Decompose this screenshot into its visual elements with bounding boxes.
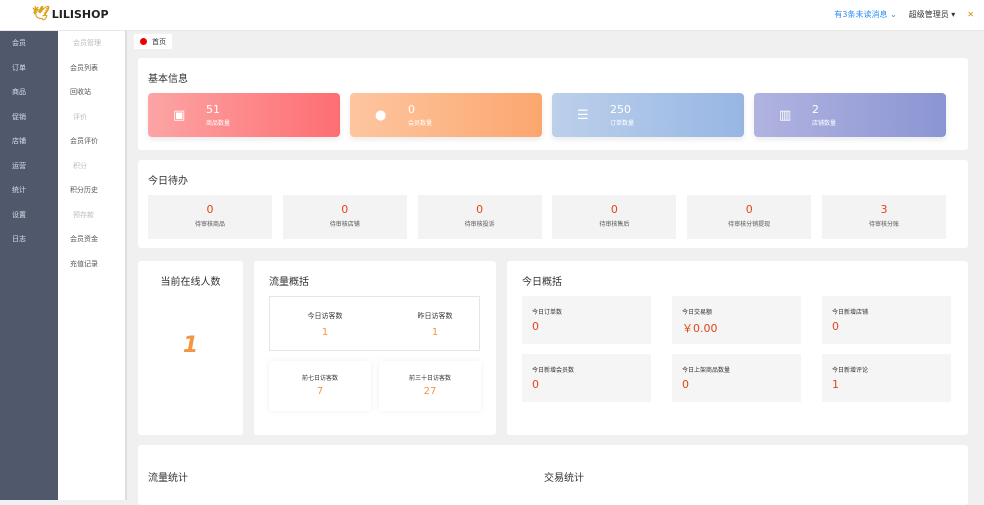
main-sidebar: 会员 订单 商品 促销 店铺 运营 统计 设置 日志 — [0, 31, 58, 500]
section-title: 今日概括 — [522, 277, 562, 288]
overview-item: 今日新增店铺 0 — [822, 296, 951, 344]
section-title: 流量概括 — [269, 277, 309, 288]
bar-chart-icon: ▥ — [779, 108, 792, 123]
submenu-item[interactable]: 会员列表 — [58, 56, 125, 81]
week-visitors: 前七日访客数 7 — [269, 361, 371, 411]
todo-item[interactable]: 0 待审核分销提现 — [687, 195, 812, 239]
section-title: 今日待办 — [148, 176, 188, 187]
tab-bar: 首页 — [129, 31, 984, 51]
todo-item[interactable]: 0 待审核商品 — [148, 195, 272, 239]
sidebar-item[interactable]: 商品 — [0, 80, 58, 105]
bird-logo-icon: 🕊 — [32, 6, 50, 22]
submenu-item[interactable]: 充值记录 — [58, 252, 125, 277]
sidebar-item[interactable]: 店铺 — [0, 129, 58, 154]
overview-label: 今日订单数 — [532, 309, 563, 316]
overview-value: ￥0.00 — [682, 322, 718, 335]
active-dot-icon — [140, 38, 147, 45]
trade-stats-title: 交易统计 — [544, 473, 584, 484]
submenu-group: 积分 — [73, 161, 87, 170]
tab-home[interactable]: 首页 — [134, 34, 172, 49]
overview-value: 0 — [832, 320, 839, 333]
submenu-item[interactable]: 会员资金 — [58, 227, 125, 252]
list-icon: ☰ — [577, 108, 589, 123]
today-overview-card: 今日概括 今日订单数 0 今日交易额 ￥0.00 今日新增店铺 0 今日新增会员数 0 今日上架… — [507, 261, 968, 435]
overview-item: 今日上架商品数量 0 — [672, 354, 801, 402]
todo-card: 今日待办 0 待审核商品 0 待审核店铺 0 待审核投诉 0 待审核售后 0 待审核分销提现 3 待审… — [138, 160, 968, 248]
todo-count: 0 — [610, 203, 618, 216]
overview-label: 今日上架商品数量 — [682, 367, 731, 374]
todo-label: 待审核分销提现 — [728, 221, 771, 228]
overview-item: 今日新增会员数 0 — [522, 354, 651, 402]
sidebar-item[interactable]: 促销 — [0, 105, 58, 130]
sidebar-item[interactable]: 会员 — [0, 31, 58, 56]
todo-item[interactable]: 0 待审核投诉 — [417, 195, 542, 239]
visitor-box: 今日访客数 1 昨日访客数 1 — [269, 296, 480, 351]
todo-item[interactable]: 0 待审核店铺 — [282, 195, 407, 239]
todo-count: 3 — [880, 203, 888, 216]
overview-item: 今日订单数 0 — [522, 296, 651, 344]
month-visitors: 前三十日访客数 27 — [379, 361, 481, 411]
section-title: 当前在线人数 — [160, 277, 221, 288]
overview-value: 0 — [532, 378, 539, 391]
stat-stores[interactable]: ▥ 2 店铺数量 — [754, 93, 946, 137]
submenu-item[interactable]: 会员评价 — [58, 129, 125, 154]
sidebar-item[interactable]: 日志 — [0, 227, 58, 252]
online-card: 当前在线人数 1 — [138, 261, 243, 435]
overview-value: 0 — [682, 378, 689, 391]
stat-members[interactable]: ● 0 会员数量 — [350, 93, 542, 137]
stats-card: 流量统计 交易统计 — [138, 445, 968, 505]
sidebar-item[interactable]: 设置 — [0, 203, 58, 228]
todo-count: 0 — [341, 203, 349, 216]
todo-count: 0 — [206, 203, 214, 216]
unread-messages-link[interactable]: 有3条未读消息 ⌄ — [834, 9, 896, 20]
sidebar-item[interactable]: 运营 — [0, 154, 58, 179]
submenu-item[interactable]: 回收站 — [58, 80, 125, 105]
submenu-group: 预存款 — [73, 210, 94, 219]
image-icon: ▣ — [173, 108, 186, 123]
overview-label: 今日交易额 — [682, 309, 713, 316]
todo-count: 0 — [476, 203, 484, 216]
section-title: 基本信息 — [148, 74, 188, 85]
todo-count: 0 — [745, 203, 753, 216]
todo-label: 待审核分账 — [868, 221, 899, 228]
overview-value: 1 — [832, 378, 839, 391]
todo-label: 待审核店铺 — [329, 221, 360, 228]
overview-label: 今日新增评论 — [832, 367, 869, 374]
submenu-group: 评价 — [73, 112, 87, 121]
todo-label: 待审核售后 — [599, 221, 630, 228]
overview-item: 今日交易额 ￥0.00 — [672, 296, 801, 344]
stat-orders[interactable]: ☰ 250 订单数量 — [552, 93, 744, 137]
overview-label: 今日新增店铺 — [832, 309, 869, 316]
traffic-card: 流量概括 今日访客数 1 昨日访客数 1 前七日访客数 7 前三十日访客数 27 — [254, 261, 496, 435]
submenu-group: 会员管理 — [73, 39, 101, 47]
todo-label: 待审核投诉 — [464, 221, 495, 228]
sidebar-item[interactable]: 统计 — [0, 178, 58, 203]
todo-label: 待审核商品 — [194, 221, 225, 228]
sidebar-item[interactable]: 订单 — [0, 56, 58, 81]
top-header: 🕊 LILISHOP 有3条未读消息 ⌄ 超级管理员 ▾ ✕ — [0, 0, 984, 31]
logo[interactable]: 🕊 LILISHOP — [32, 6, 109, 22]
basic-info-card: 基本信息 ▣ 51 商品数量 ● 0 会员数量 ☰ 250 订单数量 ▥ 2 店铺数量 — [138, 58, 968, 150]
stat-goods[interactable]: ▣ 51 商品数量 — [148, 93, 340, 137]
online-count: 1 — [182, 333, 199, 358]
overview-value: 0 — [532, 320, 539, 333]
todo-item[interactable]: 0 待审核售后 — [552, 195, 677, 239]
sub-sidebar: 会员管理会员列表 回收站评价会员评价积分积分历史预存款会员资金 充值记录 — [58, 31, 127, 500]
traffic-stats-title: 流量统计 — [148, 473, 188, 484]
fullscreen-icon[interactable]: ✕ — [967, 10, 974, 19]
submenu-item[interactable]: 积分历史 — [58, 178, 125, 203]
user-menu[interactable]: 超级管理员 ▾ — [909, 9, 956, 20]
todo-item[interactable]: 3 待审核分账 — [822, 195, 946, 239]
user-icon: ● — [375, 108, 387, 123]
overview-label: 今日新增会员数 — [532, 367, 575, 374]
overview-item: 今日新增评论 1 — [822, 354, 951, 402]
